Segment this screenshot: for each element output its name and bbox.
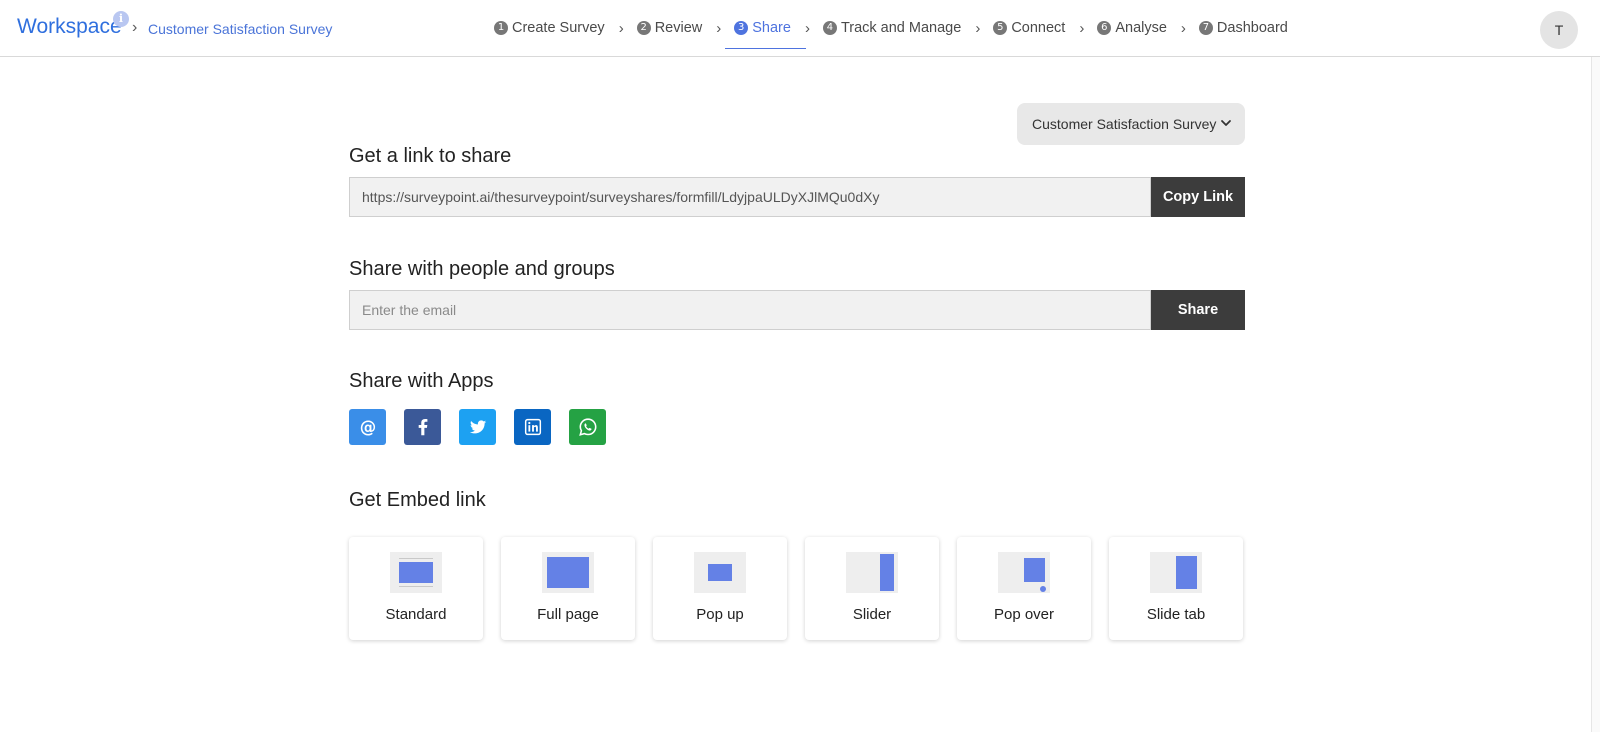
step-track-and-manage[interactable]: 4 Track and Manage [822, 16, 962, 40]
embed-option-pop-over[interactable]: Pop over [957, 537, 1091, 640]
embed-option-label: Pop over [993, 606, 1055, 623]
step-connect[interactable]: 5 Connect [993, 16, 1065, 40]
step-number: 7 [1198, 21, 1213, 35]
facebook-icon [418, 419, 427, 436]
share-linkedin-button[interactable] [514, 409, 551, 445]
chevron-right-icon: › [618, 19, 624, 37]
embed-option-label: Pop up [696, 606, 744, 623]
page-scrollbar[interactable] [1591, 57, 1600, 732]
step-review[interactable]: 2 Review [636, 16, 703, 40]
embed-option-label: Slide tab [1146, 606, 1206, 623]
user-avatar[interactable]: T [1540, 11, 1578, 49]
people-section-title: Share with people and groups [349, 258, 615, 280]
embed-option-label: Full page [537, 606, 599, 623]
svg-text:@: @ [359, 418, 376, 437]
step-number: 6 [1097, 21, 1112, 35]
survey-select-value: Customer Satisfaction Survey [1032, 116, 1217, 132]
share-email-button[interactable]: @ [349, 409, 386, 445]
apps-section-title: Share with Apps [349, 370, 494, 392]
step-number: 5 [993, 21, 1008, 35]
email-share-row: Share [349, 290, 1245, 330]
standard-embed-icon [390, 552, 442, 593]
top-header: Workspace i › Customer Satisfaction Surv… [0, 0, 1600, 57]
share-link-row: https://surveypoint.ai/thesurveypoint/su… [349, 177, 1245, 217]
step-dashboard[interactable]: 7 Dashboard [1198, 16, 1288, 40]
survey-select-dropdown[interactable]: Customer Satisfaction Survey [1017, 103, 1245, 145]
embed-section-title: Get Embed link [349, 489, 486, 511]
embed-option-label: Standard [385, 606, 447, 623]
step-share[interactable]: 3 Share [725, 16, 806, 49]
chevron-right-icon: › [1180, 19, 1186, 37]
wizard-steps: 1 Create Survey › 2 Review › 3 Share › 4… [494, 16, 1288, 49]
slide-tab-embed-icon [1150, 552, 1202, 593]
share-link-url: https://surveypoint.ai/thesurveypoint/su… [362, 189, 880, 205]
pop-over-embed-icon [998, 552, 1050, 593]
share-button[interactable]: Share [1151, 290, 1245, 330]
step-label: Dashboard [1216, 20, 1288, 36]
embed-option-label: Slider [852, 606, 892, 623]
chevron-right-icon: › [804, 19, 810, 37]
embed-option-pop-up[interactable]: Pop up [653, 537, 787, 640]
step-create-survey[interactable]: 1 Create Survey [494, 16, 605, 40]
share-link-field[interactable]: https://surveypoint.ai/thesurveypoint/su… [349, 177, 1151, 217]
step-analyse[interactable]: 6 Analyse [1097, 16, 1167, 40]
share-apps: @ [349, 409, 624, 445]
breadcrumb-separator: › [132, 19, 138, 36]
share-twitter-button[interactable] [459, 409, 496, 445]
share-facebook-button[interactable] [404, 409, 441, 445]
email-field-wrapper [349, 290, 1151, 330]
link-section-title: Get a link to share [349, 145, 512, 167]
pop-up-embed-icon [694, 552, 746, 593]
step-number: 3 [734, 21, 749, 35]
step-label: Analyse [1115, 20, 1167, 36]
step-label: Connect [1011, 20, 1066, 36]
embed-option-full-page[interactable]: Full page [501, 537, 635, 640]
chevron-down-icon [1221, 120, 1231, 126]
slider-embed-icon [846, 552, 898, 593]
copy-link-button[interactable]: Copy Link [1151, 177, 1245, 217]
step-label: Create Survey [512, 20, 605, 36]
step-label: Share [752, 20, 791, 36]
step-label: Track and Manage [840, 20, 962, 36]
embed-option-slider[interactable]: Slider [805, 537, 939, 640]
email-input[interactable] [362, 291, 1150, 329]
share-whatsapp-button[interactable] [569, 409, 606, 445]
step-number: 1 [494, 21, 508, 35]
email-icon: @ [359, 418, 376, 437]
breadcrumb-survey-name[interactable]: Customer Satisfaction Survey [148, 21, 332, 37]
embed-option-slide-tab[interactable]: Slide tab [1109, 537, 1243, 640]
chevron-right-icon: › [716, 19, 722, 37]
workspace-link[interactable]: Workspace [17, 15, 122, 39]
full-page-embed-icon [542, 552, 594, 593]
whatsapp-icon [578, 418, 596, 436]
info-icon[interactable]: i [113, 11, 129, 27]
embed-option-standard[interactable]: Standard [349, 537, 483, 640]
step-number: 2 [636, 21, 651, 35]
step-number: 4 [822, 21, 837, 35]
embed-options: Standard Full page Pop up Slider Pop ove… [349, 537, 1243, 640]
chevron-right-icon: › [1079, 19, 1085, 37]
linkedin-icon [524, 418, 541, 436]
twitter-icon [469, 420, 486, 434]
chevron-right-icon: › [975, 19, 981, 37]
brand[interactable]: Workspace i [17, 11, 129, 39]
step-label: Review [654, 20, 703, 36]
